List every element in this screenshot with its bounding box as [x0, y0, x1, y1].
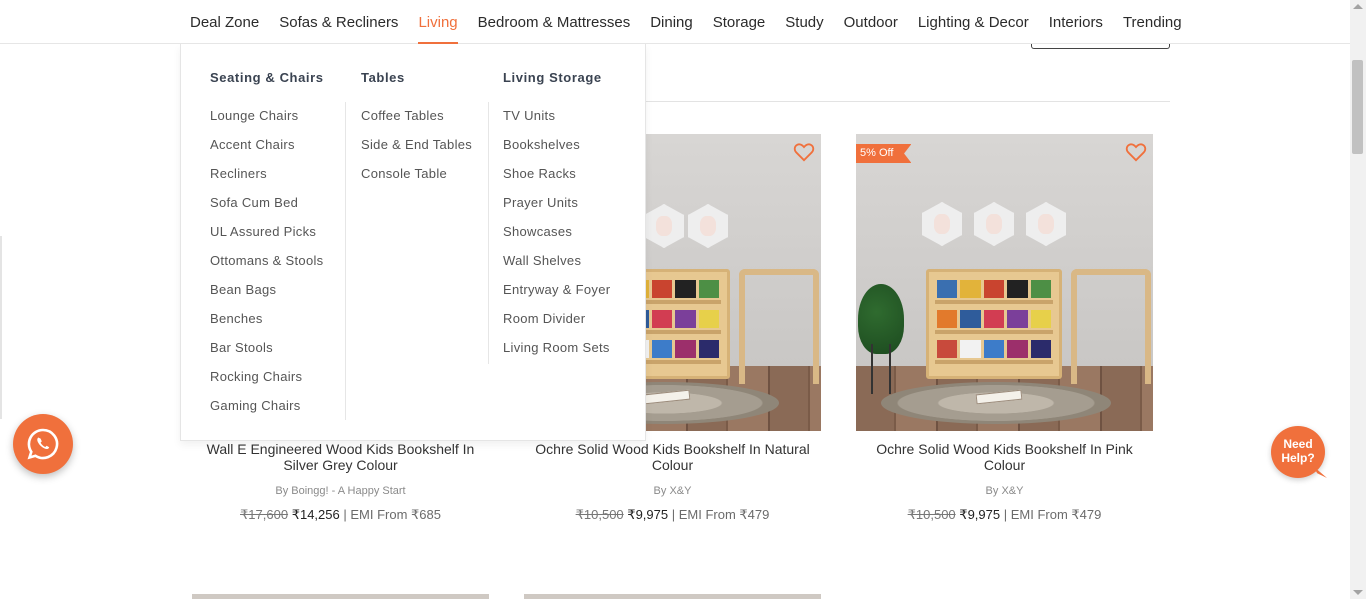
menu-item-benches[interactable]: Benches	[210, 311, 324, 340]
menu-list: Coffee Tables Side & End Tables Console Ta…	[361, 108, 472, 195]
product-card-next-row[interactable]	[192, 594, 489, 599]
need-help-line1: Need	[1283, 437, 1313, 451]
menu-item-gaming-chairs[interactable]: Gaming Chairs	[210, 398, 324, 427]
nav-item-bedroom-mattresses[interactable]: Bedroom & Mattresses	[468, 0, 641, 44]
menu-item-bar-stools[interactable]: Bar Stools	[210, 340, 324, 369]
nav-list: Deal Zone Sofas & Recliners Living Bedroom …	[180, 0, 1192, 44]
heart-icon[interactable]	[1125, 142, 1147, 162]
menu-item-bean-bags[interactable]: Bean Bags	[210, 282, 324, 311]
product-price: ₹10,500 ₹9,975 | EMI From ₹479	[524, 507, 821, 523]
nav-item-outdoor[interactable]: Outdoor	[834, 0, 908, 44]
menu-item-ul-assured-picks[interactable]: UL Assured Picks	[210, 224, 324, 253]
product-title[interactable]: Ochre Solid Wood Kids Bookshelf In Pink …	[856, 441, 1153, 473]
menu-item-side-end-tables[interactable]: Side & End Tables	[361, 137, 472, 166]
nav-item-trending[interactable]: Trending	[1113, 0, 1192, 44]
whatsapp-button[interactable]	[13, 414, 73, 474]
menu-column-seating: Seating & Chairs Lounge Chairs Accent Cha…	[210, 44, 324, 427]
menu-item-rocking-chairs[interactable]: Rocking Chairs	[210, 369, 324, 398]
menu-divider	[345, 102, 346, 420]
product-brand: By X&Y	[653, 485, 692, 497]
page-scrollbar[interactable]	[1350, 0, 1366, 599]
emi-text: | EMI From ₹479	[1003, 507, 1102, 522]
nav-item-sofas-recliners[interactable]: Sofas & Recliners	[269, 0, 408, 44]
chair-graphic	[1071, 269, 1151, 384]
top-navigation: Deal Zone Sofas & Recliners Living Bedroom …	[0, 0, 1350, 44]
nav-item-interiors[interactable]: Interiors	[1039, 0, 1113, 44]
living-mega-menu: Seating & Chairs Lounge Chairs Accent Cha…	[180, 44, 646, 441]
menu-item-room-divider[interactable]: Room Divider	[503, 311, 610, 340]
menu-item-showcases[interactable]: Showcases	[503, 224, 610, 253]
menu-item-tv-units[interactable]: TV Units	[503, 108, 610, 137]
product-price: ₹10,500 ₹9,975 | EMI From ₹479	[856, 507, 1153, 523]
menu-heading[interactable]: Tables	[361, 70, 472, 88]
menu-heading[interactable]: Seating & Chairs	[210, 70, 324, 88]
menu-item-shoe-racks[interactable]: Shoe Racks	[503, 166, 610, 195]
product-brand: By Boingg! - A Happy Start	[275, 485, 406, 497]
sale-price: ₹9,975	[959, 507, 1001, 522]
menu-item-console-table[interactable]: Console Table	[361, 166, 472, 195]
sale-price: ₹14,256	[291, 507, 340, 522]
product-brand: By X&Y	[985, 485, 1024, 497]
product-title[interactable]: Wall E Engineered Wood Kids Bookshelf In…	[192, 441, 489, 473]
mrp-price: ₹10,500	[575, 507, 624, 522]
menu-item-entryway-foyer[interactable]: Entryway & Foyer	[503, 282, 610, 311]
menu-column-storage: Living Storage TV Units Bookshelves Shoe R…	[503, 44, 610, 369]
menu-item-bookshelves[interactable]: Bookshelves	[503, 137, 610, 166]
scroll-up-icon[interactable]	[1353, 4, 1363, 9]
menu-column-tables: Tables Coffee Tables Side & End Tables Con…	[361, 44, 472, 195]
menu-item-prayer-units[interactable]: Prayer Units	[503, 195, 610, 224]
bookshelf-graphic	[926, 269, 1062, 379]
nav-item-dining[interactable]: Dining	[640, 0, 703, 44]
chair-graphic	[739, 269, 819, 384]
sale-price: ₹9,975	[627, 507, 669, 522]
menu-heading[interactable]: Living Storage	[503, 70, 610, 88]
product-image[interactable]: 5% Off	[856, 134, 1153, 431]
menu-item-wall-shelves[interactable]: Wall Shelves	[503, 253, 610, 282]
mrp-price: ₹10,500	[907, 507, 956, 522]
need-help-line2: Help?	[1281, 451, 1315, 465]
product-title[interactable]: Ochre Solid Wood Kids Bookshelf In Natur…	[524, 441, 821, 473]
scroll-down-icon[interactable]	[1353, 590, 1363, 595]
menu-item-living-room-sets[interactable]: Living Room Sets	[503, 340, 610, 369]
emi-text: | EMI From ₹685	[343, 507, 441, 522]
nav-item-living[interactable]: Living	[408, 0, 467, 44]
product-price: ₹17,600 ₹14,256 | EMI From ₹685	[192, 507, 489, 523]
filter-panel-edge	[0, 236, 2, 419]
discount-badge: 5% Off	[856, 144, 912, 163]
nav-item-deal-zone[interactable]: Deal Zone	[180, 0, 269, 44]
menu-item-sofa-cum-bed[interactable]: Sofa Cum Bed	[210, 195, 324, 224]
menu-item-ottomans-stools[interactable]: Ottomans & Stools	[210, 253, 324, 282]
rug	[881, 382, 1111, 424]
menu-list: TV Units Bookshelves Shoe Racks Prayer Unit…	[503, 108, 610, 369]
heart-icon[interactable]	[793, 142, 815, 162]
page: Deal Zone Sofas & Recliners Living Bedroom …	[0, 0, 1366, 599]
need-help-button[interactable]: Need Help?	[1271, 426, 1327, 478]
whatsapp-icon	[27, 428, 59, 460]
product-card[interactable]: 5% Off Ochre Solid Wood Kids Bookshelf I…	[856, 134, 1153, 523]
toolbar-divider	[645, 101, 1170, 102]
menu-list: Lounge Chairs Accent Chairs Recliners Sofa …	[210, 108, 324, 427]
menu-item-lounge-chairs[interactable]: Lounge Chairs	[210, 108, 324, 137]
emi-text: | EMI From ₹479	[671, 507, 770, 522]
menu-divider	[488, 102, 489, 364]
menu-item-accent-chairs[interactable]: Accent Chairs	[210, 137, 324, 166]
menu-item-recliners[interactable]: Recliners	[210, 166, 324, 195]
mrp-price: ₹17,600	[240, 507, 289, 522]
nav-item-storage[interactable]: Storage	[703, 0, 776, 44]
nav-item-study[interactable]: Study	[775, 0, 833, 44]
menu-item-coffee-tables[interactable]: Coffee Tables	[361, 108, 472, 137]
scroll-thumb[interactable]	[1352, 60, 1363, 154]
nav-item-lighting-decor[interactable]: Lighting & Decor	[908, 0, 1039, 44]
product-card-next-row[interactable]	[524, 594, 821, 599]
